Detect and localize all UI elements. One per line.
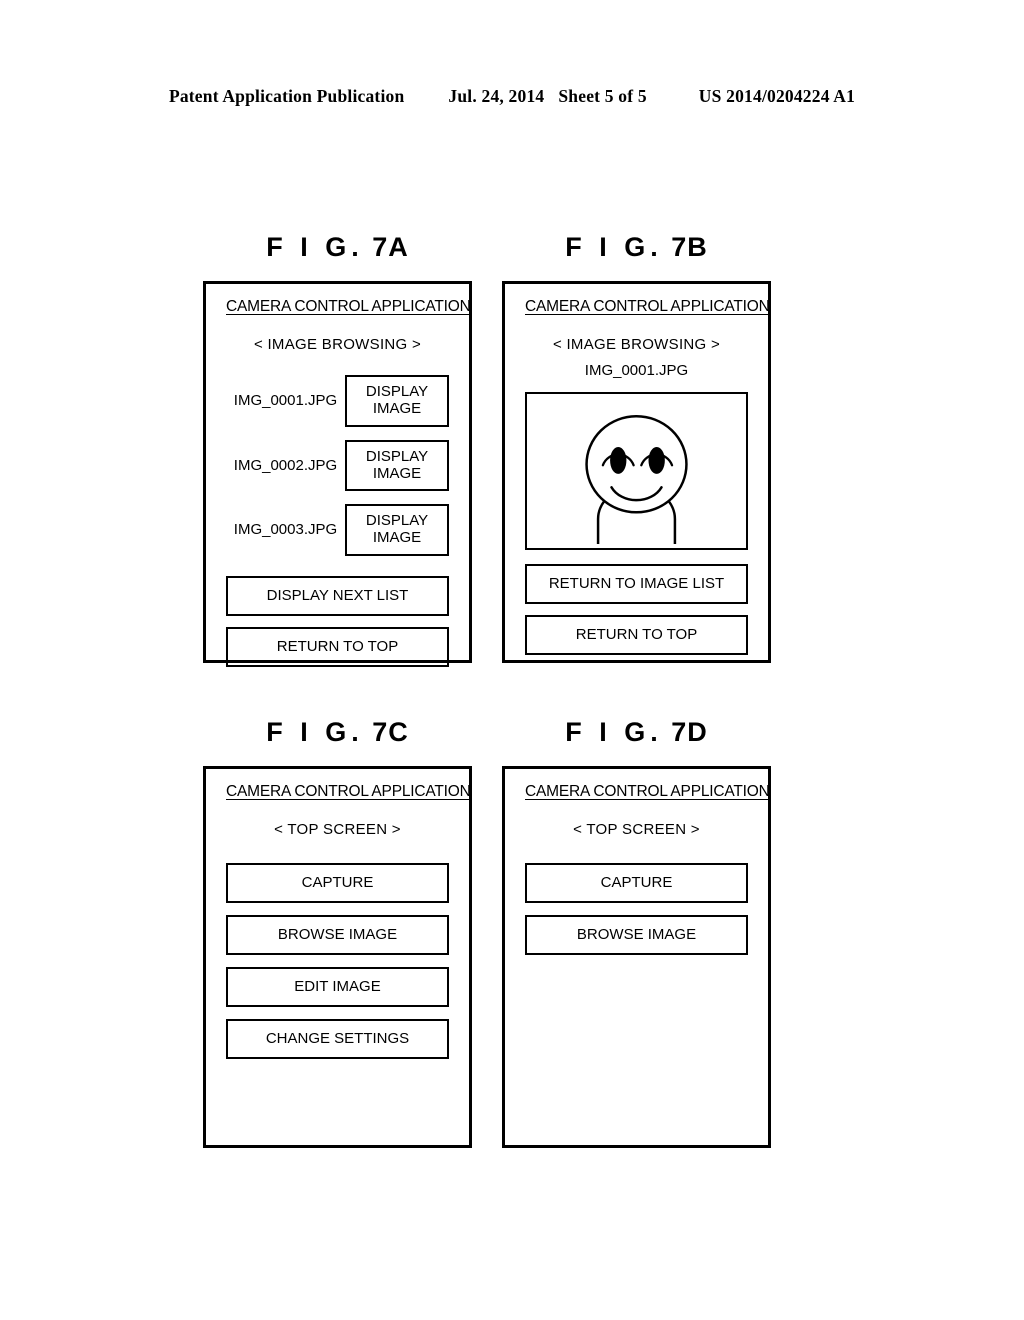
display-image-button[interactable]: DISPLAY IMAGE: [345, 504, 449, 556]
app-title-7d: CAMERA CONTROL APPLICATION: [525, 783, 770, 800]
figure-7d-caption-prefix: F I G.: [565, 717, 663, 747]
figure-7b-caption-prefix: F I G.: [565, 232, 663, 262]
image-file-name: IMG_0002.JPG: [233, 456, 338, 474]
figure-7b: F I G. 7B CAMERA CONTROL APPLICATION < I…: [502, 232, 771, 663]
screen-name-7b: < IMAGE BROWSING >: [552, 336, 721, 353]
figure-row-spacer: [203, 663, 771, 717]
screen-name-7c: < TOP SCREEN >: [274, 821, 401, 838]
list-item: IMG_0003.JPG DISPLAY IMAGE: [226, 504, 449, 556]
top-screen-menu-limited: CAPTURE BROWSE IMAGE: [525, 863, 748, 955]
viewer-screen-actions: RETURN TO IMAGE LIST RETURN TO TOP: [525, 564, 748, 655]
publication-date: Jul. 24, 2014: [448, 86, 545, 106]
figure-7a: F I G. 7A CAMERA CONTROL APPLICATION < I…: [203, 232, 472, 667]
figure-7d: F I G. 7D CAMERA CONTROL APPLICATION < T…: [502, 717, 771, 1148]
figure-7c-caption: F I G. 7C: [203, 717, 472, 748]
figure-row-top: F I G. 7A CAMERA CONTROL APPLICATION < I…: [203, 232, 771, 667]
screen-panel-top-screen-limited: CAMERA CONTROL APPLICATION < TOP SCREEN …: [502, 766, 771, 1148]
browse-image-button[interactable]: BROWSE IMAGE: [525, 915, 748, 955]
screen-panel-image-browsing-list: CAMERA CONTROL APPLICATION < IMAGE BROWS…: [203, 281, 472, 667]
display-image-button-line1: DISPLAY: [365, 447, 429, 465]
screen-name-7a: < IMAGE BROWSING >: [253, 336, 422, 353]
return-to-top-button[interactable]: RETURN TO TOP: [226, 626, 449, 667]
display-image-button-line2: IMAGE: [372, 464, 422, 482]
image-file-name: IMG_0003.JPG: [233, 521, 338, 539]
list-item: IMG_0001.JPG DISPLAY IMAGE: [226, 375, 449, 427]
display-image-button-line2: IMAGE: [372, 400, 422, 418]
patent-page-header: Patent Application Publication Jul. 24, …: [0, 86, 1024, 107]
display-image-button-line1: DISPLAY: [365, 512, 429, 529]
app-title-7a: CAMERA CONTROL APPLICATION: [226, 298, 471, 315]
figure-7c-caption-label: 7C: [372, 717, 409, 747]
edit-image-button[interactable]: EDIT IMAGE: [226, 967, 449, 1007]
capture-button[interactable]: CAPTURE: [525, 863, 748, 903]
browse-image-button[interactable]: BROWSE IMAGE: [226, 915, 449, 955]
screen-name-7d: < TOP SCREEN >: [573, 821, 700, 838]
publication-label: Patent Application Publication: [168, 86, 405, 106]
figure-7a-caption-prefix: F I G.: [266, 232, 364, 262]
display-image-button-line2: IMAGE: [372, 529, 422, 547]
return-to-image-list-button[interactable]: RETURN TO IMAGE LIST: [525, 564, 748, 604]
figure-row-bottom: F I G. 7C CAMERA CONTROL APPLICATION < T…: [203, 717, 771, 1148]
current-file-name: IMG_0001.JPG: [584, 362, 689, 379]
display-next-list-button[interactable]: DISPLAY NEXT LIST: [226, 575, 449, 616]
figure-7b-caption: F I G. 7B: [502, 232, 771, 263]
publication-number: US 2014/0204224 A1: [698, 86, 856, 106]
image-file-list: IMG_0001.JPG DISPLAY IMAGE IMG_0002.JPG …: [226, 375, 449, 556]
screen-panel-image-viewer: CAMERA CONTROL APPLICATION < IMAGE BROWS…: [502, 281, 771, 663]
figure-7d-caption: F I G. 7D: [502, 717, 771, 748]
display-image-button[interactable]: DISPLAY IMAGE: [345, 439, 449, 491]
top-screen-menu-full: CAPTURE BROWSE IMAGE EDIT IMAGE CHANGE S…: [226, 863, 449, 1059]
display-image-button-line1: DISPLAY: [365, 383, 429, 400]
screen-panel-top-screen-full: CAMERA CONTROL APPLICATION < TOP SCREEN …: [203, 766, 472, 1148]
display-image-button[interactable]: DISPLAY IMAGE: [345, 375, 449, 427]
photo-preview-frame: [525, 392, 748, 550]
figure-7b-caption-label: 7B: [671, 232, 708, 262]
list-item: IMG_0002.JPG DISPLAY IMAGE: [226, 439, 449, 491]
figure-7a-caption: F I G. 7A: [203, 232, 472, 263]
image-file-name: IMG_0001.JPG: [233, 392, 338, 410]
person-portrait-icon: [585, 415, 688, 544]
list-screen-actions: DISPLAY NEXT LIST RETURN TO TOP: [226, 575, 449, 667]
figure-7d-caption-label: 7D: [671, 717, 708, 747]
sheet-number: Sheet 5 of 5: [558, 86, 647, 106]
figure-7c-caption-prefix: F I G.: [266, 717, 364, 747]
figure-grid: F I G. 7A CAMERA CONTROL APPLICATION < I…: [203, 232, 771, 1148]
change-settings-button[interactable]: CHANGE SETTINGS: [226, 1019, 449, 1059]
capture-button[interactable]: CAPTURE: [226, 863, 449, 903]
figure-7c: F I G. 7C CAMERA CONTROL APPLICATION < T…: [203, 717, 472, 1148]
figure-7a-caption-label: 7A: [372, 232, 409, 262]
app-title-7b: CAMERA CONTROL APPLICATION: [525, 298, 770, 315]
app-title-7c: CAMERA CONTROL APPLICATION: [226, 783, 471, 800]
return-to-top-button[interactable]: RETURN TO TOP: [525, 615, 748, 655]
